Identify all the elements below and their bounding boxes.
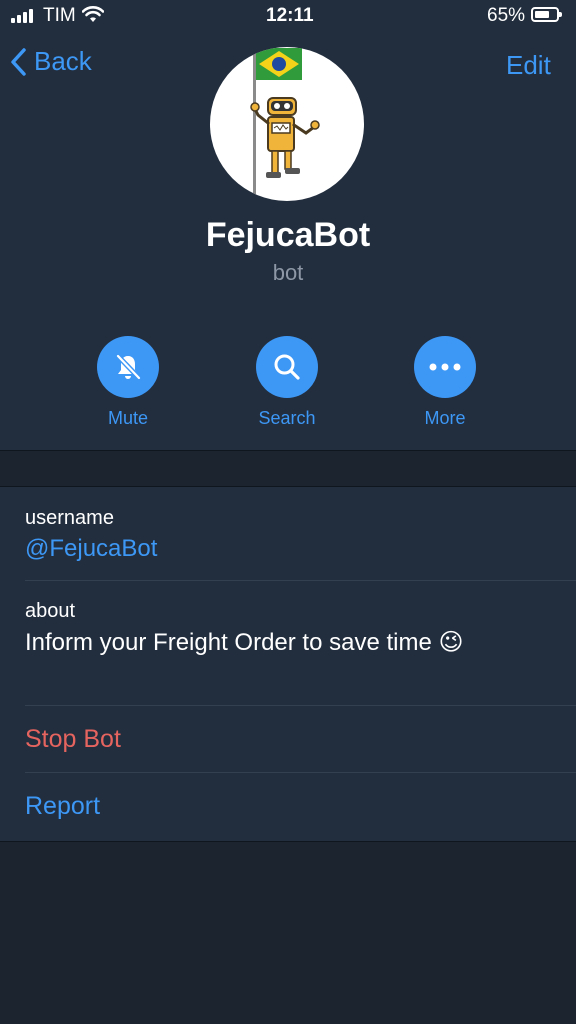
battery-icon — [531, 7, 562, 22]
search-icon — [274, 354, 300, 380]
carrier-name: TIM — [43, 5, 76, 26]
profile-subtitle: bot — [272, 260, 304, 285]
signal-icon — [11, 9, 39, 23]
profile-name: FejucaBot — [205, 216, 371, 254]
search-button[interactable]: Search — [227, 336, 347, 429]
mute-label: Mute — [107, 408, 149, 428]
username-value[interactable]: @FejucaBot — [25, 535, 157, 563]
wifi-icon — [82, 6, 104, 22]
robot-with-flag-image — [250, 48, 320, 201]
username-label: username — [25, 507, 114, 529]
avatar[interactable] — [210, 47, 364, 201]
divider — [25, 705, 576, 706]
divider — [25, 772, 576, 773]
about-value: Inform your Freight Order to save time 😉 — [25, 629, 464, 656]
ellipsis-icon — [429, 363, 461, 371]
more-button[interactable]: More — [385, 336, 505, 429]
battery-percent: 65% — [487, 5, 526, 26]
report-button[interactable]: Report — [25, 792, 100, 821]
divider — [25, 580, 576, 581]
mute-button[interactable]: Mute — [68, 336, 188, 429]
info-section: username @FejucaBot about Inform your Fr… — [0, 486, 576, 842]
status-bar: TIM 12:11 65% — [0, 0, 576, 34]
chevron-left-icon — [11, 47, 26, 76]
stop-bot-button[interactable]: Stop Bot — [25, 725, 121, 754]
about-label: about — [25, 600, 76, 622]
bell-slash-icon — [116, 354, 141, 380]
search-label: Search — [258, 408, 316, 428]
back-label: Back — [34, 46, 92, 76]
more-label: More — [424, 408, 466, 428]
back-button[interactable]: Back — [10, 46, 92, 77]
edit-button[interactable]: Edit — [506, 50, 551, 81]
divider — [0, 450, 576, 451]
clock: 12:11 — [266, 5, 314, 26]
